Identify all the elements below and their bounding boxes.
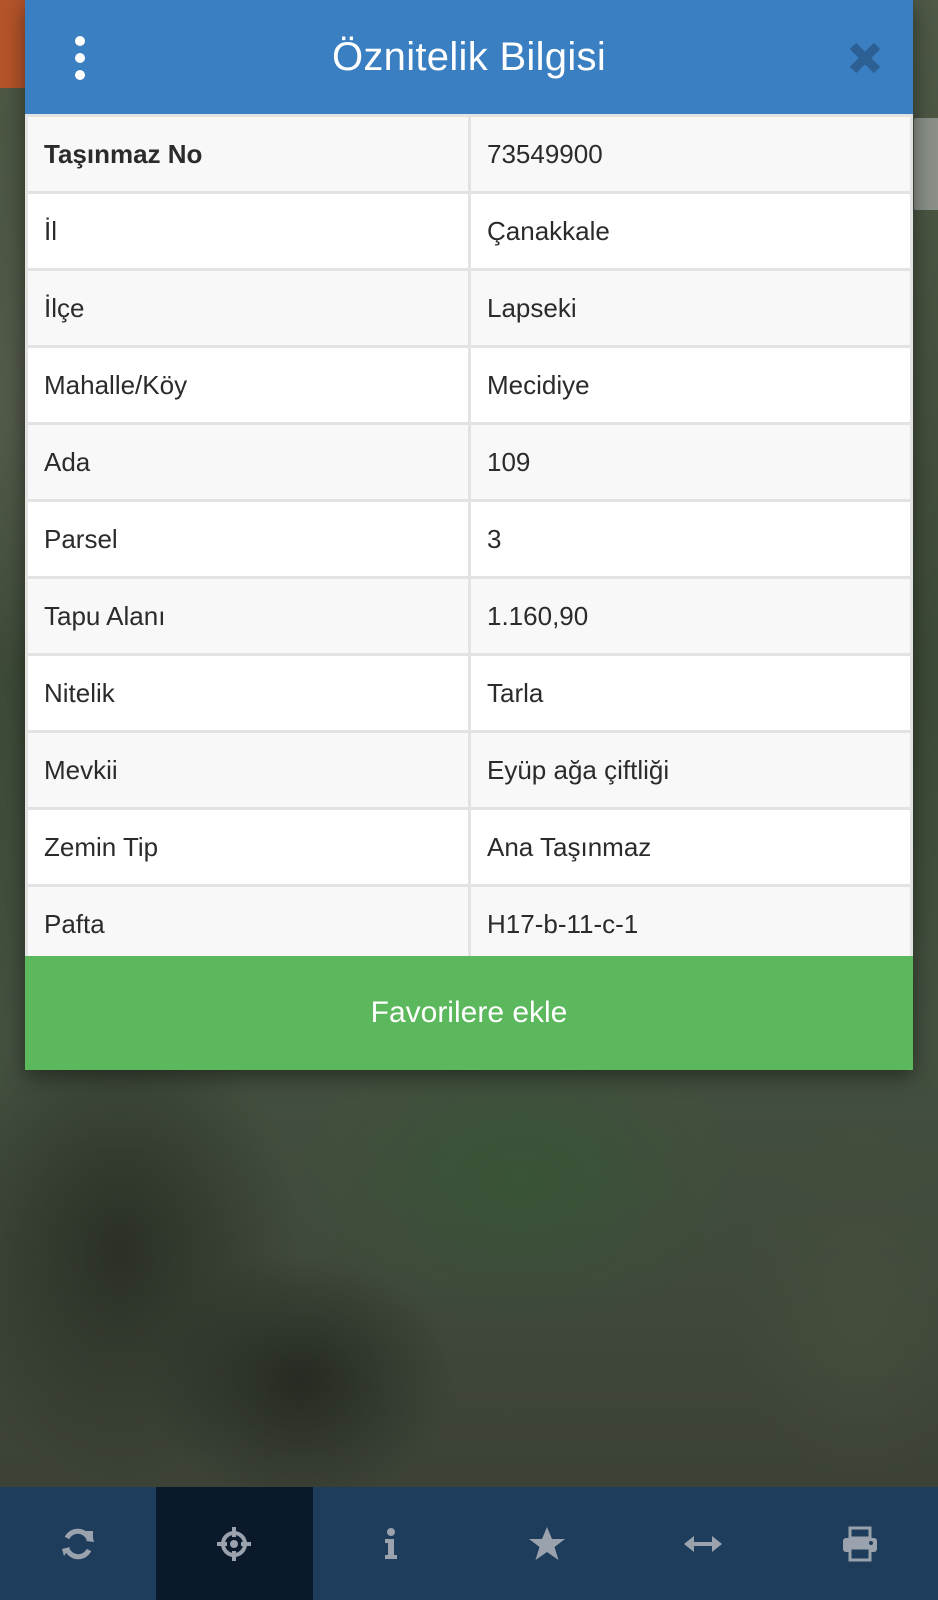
table-row: Taşınmaz No 73549900 <box>25 114 913 194</box>
attribute-label: İlçe <box>25 268 471 348</box>
table-row: Tapu Alanı 1.160,90 <box>25 576 913 656</box>
table-row: Nitelik Tarla <box>25 653 913 733</box>
toolbar-measure-button[interactable] <box>625 1487 781 1600</box>
attribute-value: Mecidiye <box>468 345 913 425</box>
attribute-table: Taşınmaz No 73549900 İl Çanakkale İlçe Lapsek… <box>25 114 913 964</box>
toolbar-locate-button[interactable] <box>156 1487 313 1600</box>
attribute-label: Parsel <box>25 499 471 579</box>
attribute-label: Pafta <box>25 884 471 964</box>
attribute-value: 3 <box>468 499 913 579</box>
dialog-title: Öznitelik Bilgisi <box>331 34 607 79</box>
info-icon <box>384 1527 397 1559</box>
close-icon[interactable] <box>845 38 885 78</box>
attribute-label: Taşınmaz No <box>25 114 471 194</box>
measure-arrows-icon <box>684 1535 723 1552</box>
refresh-icon <box>62 1528 95 1559</box>
table-row: İl Çanakkale <box>25 191 913 271</box>
attribute-value: 109 <box>468 422 913 502</box>
toolbar-favorites-button[interactable] <box>469 1487 625 1600</box>
table-row: Ada 109 <box>25 422 913 502</box>
star-icon <box>529 1526 566 1560</box>
toolbar-refresh-button[interactable] <box>0 1487 156 1600</box>
attribute-value: Eyüp ağa çiftliği <box>468 730 913 810</box>
table-row: Mahalle/Köy Mecidiye <box>25 345 913 425</box>
toolbar-info-button[interactable] <box>313 1487 469 1600</box>
toolbar-print-button[interactable] <box>782 1487 938 1600</box>
attribute-label: Mevkii <box>25 730 471 810</box>
dialog-header: Öznitelik Bilgisi <box>25 0 913 114</box>
crosshair-icon <box>217 1526 252 1561</box>
attribute-value: Tarla <box>468 653 913 733</box>
table-row: Pafta H17-b-11-c-1 <box>25 884 913 964</box>
attribute-value: Ana Taşınmaz <box>468 807 913 887</box>
attribute-label: İl <box>25 191 471 271</box>
attribute-value: 73549900 <box>468 114 913 194</box>
table-row: İlçe Lapseki <box>25 268 913 348</box>
attribute-label: Zemin Tip <box>25 807 471 887</box>
table-row: Parsel 3 <box>25 499 913 579</box>
attribute-label: Nitelik <box>25 653 471 733</box>
attribute-info-dialog: Öznitelik Bilgisi Taşınmaz No 73549900 İl Ç… <box>25 0 913 1070</box>
attribute-label: Mahalle/Köy <box>25 345 471 425</box>
attribute-value: H17-b-11-c-1 <box>468 884 913 964</box>
attribute-label: Ada <box>25 422 471 502</box>
table-row: Mevkii Eyüp ağa çiftliği <box>25 730 913 810</box>
attribute-value: Çanakkale <box>468 191 913 271</box>
map-scroll-handle[interactable] <box>914 118 938 210</box>
vertical-dots-icon[interactable] <box>69 36 91 80</box>
attribute-label: Tapu Alanı <box>25 576 471 656</box>
attribute-value: 1.160,90 <box>468 576 913 656</box>
add-to-favorites-button[interactable]: Favorilere ekle <box>25 956 913 1070</box>
print-icon <box>842 1526 877 1561</box>
table-row: Zemin Tip Ana Taşınmaz <box>25 807 913 887</box>
attribute-value: Lapseki <box>468 268 913 348</box>
bottom-toolbar <box>0 1487 938 1600</box>
